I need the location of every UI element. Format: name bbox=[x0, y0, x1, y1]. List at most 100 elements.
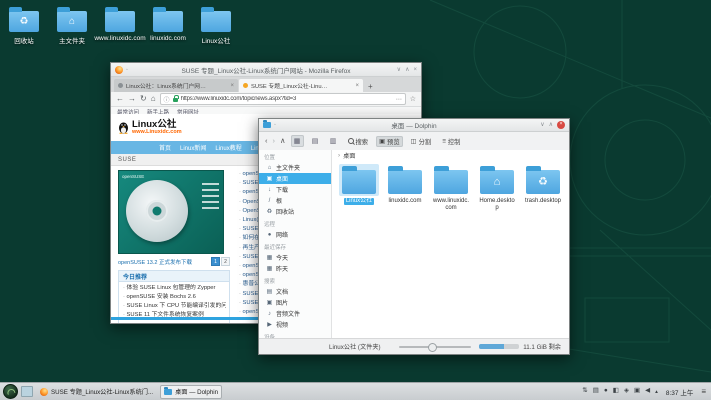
digital-clock[interactable]: 8:37 上午 bbox=[666, 387, 693, 397]
breadcrumb[interactable]: › 桌面 bbox=[332, 150, 569, 161]
url-text[interactable]: https://www.linuxidc.com/topicnews.aspx?… bbox=[181, 96, 393, 102]
taskbar-task-dolphin[interactable]: 桌面 — Dolphin bbox=[160, 385, 222, 399]
desktop-folder-icon[interactable]: linuxidc.com bbox=[146, 6, 190, 45]
tab-favicon bbox=[118, 83, 123, 88]
maximize-button[interactable]: ∧ bbox=[405, 67, 409, 73]
display-icon[interactable]: ▣ bbox=[634, 388, 640, 395]
recommend-link[interactable]: 体验 SUSE Linux 包管理的 Zypper bbox=[123, 284, 226, 293]
file-item[interactable]: www.linuxidc.com bbox=[430, 164, 472, 212]
bookmark-star-icon[interactable]: ☆ bbox=[410, 95, 416, 103]
minimize-button[interactable]: ∨ bbox=[397, 67, 401, 73]
new-tab-button[interactable]: + bbox=[368, 82, 373, 91]
pager-button[interactable]: 2 bbox=[221, 257, 230, 266]
icons-view-button[interactable]: ▦ bbox=[291, 135, 304, 147]
image-caption-link[interactable]: openSUSE 13.2 正式发布下载 bbox=[118, 258, 192, 266]
titlebar-pin-icon[interactable]: ◦ bbox=[126, 67, 128, 73]
page-actions-icon[interactable]: ⋯ bbox=[396, 96, 402, 103]
pager-button[interactable]: 1 bbox=[211, 257, 220, 266]
tray-expander-icon[interactable]: ▴ bbox=[655, 389, 658, 395]
bluetooth-icon[interactable]: ◧ bbox=[613, 388, 619, 395]
places-item[interactable]: / 根 bbox=[259, 195, 331, 206]
split-button[interactable]: ◫ 分割 bbox=[408, 136, 435, 147]
reload-icon[interactable]: ↻ bbox=[140, 95, 147, 103]
minimize-button[interactable]: ∨ bbox=[540, 122, 544, 128]
application-launcher-icon[interactable] bbox=[3, 384, 18, 399]
control-button[interactable]: ≡ 控制 bbox=[439, 136, 463, 147]
home-icon[interactable]: ⌂ bbox=[151, 95, 156, 103]
places-item[interactable]: ▦ 昨天 bbox=[259, 263, 331, 274]
virtual-desktop-pager[interactable] bbox=[21, 386, 33, 397]
preview-label: 预览 bbox=[387, 137, 400, 146]
firefox-titlebar[interactable]: ◦ SUSE 专题_Linux公社-Linux系统门户网站 - Mozilla … bbox=[111, 63, 421, 77]
recommend-box: 今日推荐 体验 SUSE Linux 包管理的 Zypper openSUSE … bbox=[118, 270, 230, 323]
tab-suse-topic[interactable]: SUSE 专题_Linux公社-Linu… × bbox=[239, 79, 363, 92]
desktop-folder-icon[interactable]: Linux公社 bbox=[194, 6, 238, 45]
compact-view-button[interactable]: ▤ bbox=[309, 135, 322, 147]
dolphin-titlebar[interactable]: ◦ 桌面 — Dolphin ∨ ∧ × bbox=[259, 119, 569, 132]
site-nav-link[interactable]: Linux新闻 bbox=[180, 143, 206, 152]
tab-linuxidc-home[interactable]: Linux公社：Linux系统门户网… × bbox=[114, 79, 238, 92]
titlebar-pin-icon[interactable]: ◦ bbox=[274, 122, 276, 128]
tux-logo-icon bbox=[118, 121, 129, 134]
places-item[interactable]: ♪ 音频文件 bbox=[259, 308, 331, 319]
places-item[interactable]: ↓ 下载 bbox=[259, 184, 331, 195]
desktop-icon-label: linuxidc.com bbox=[150, 35, 186, 42]
up-icon[interactable]: ∧ bbox=[280, 137, 286, 145]
forward-icon[interactable]: → bbox=[128, 95, 136, 103]
places-item[interactable]: ⌂ 主文件夹 bbox=[259, 162, 331, 173]
zoom-slider[interactable] bbox=[399, 346, 471, 348]
site-info-icon[interactable]: ⓘ bbox=[164, 95, 170, 104]
taskbar-task-firefox[interactable]: SUSE 专题_Linux公社-Linux系统门... bbox=[36, 385, 157, 399]
desktop-folder-icon[interactable]: ♻ 回收站 bbox=[2, 6, 46, 45]
forward-icon[interactable]: › bbox=[273, 137, 276, 145]
search-button[interactable]: 搜索 bbox=[345, 136, 372, 147]
selection-info: Linux公社 (文件夹) bbox=[329, 342, 381, 351]
file-item[interactable]: linuxidc.com bbox=[384, 164, 426, 212]
recommend-link[interactable]: openSUSE 安装 Bochs 2.6 bbox=[123, 293, 226, 302]
desktop-folder-icon[interactable]: www.linuxidc.com bbox=[98, 6, 142, 45]
navigation-toolbar: ← → ↻ ⌂ ⓘ https://www.linuxidc.com/topic… bbox=[111, 92, 421, 107]
panel-toolbox-icon[interactable]: ≡ bbox=[701, 388, 706, 396]
window-title: 桌面 — Dolphin bbox=[259, 120, 569, 130]
back-icon[interactable]: ← bbox=[116, 95, 124, 103]
https-lock-icon[interactable] bbox=[173, 98, 178, 102]
place-icon: ↓ bbox=[266, 187, 273, 193]
preview-button[interactable]: ▣ 预览 bbox=[376, 136, 403, 147]
breadcrumb-folder[interactable]: 桌面 bbox=[343, 151, 355, 160]
clipboard-icon[interactable]: ▤ bbox=[593, 388, 599, 395]
folder-emblem-icon bbox=[105, 11, 135, 32]
folder-icon bbox=[342, 170, 376, 194]
status-bar: Linux公社 (文件夹) 11.1 GiB 剩余 bbox=[259, 338, 569, 354]
tab-close-icon[interactable]: × bbox=[230, 83, 234, 89]
site-nav-link[interactable]: Linux教程 bbox=[215, 143, 241, 152]
place-icon: ▣ bbox=[266, 299, 273, 306]
tab-close-icon[interactable]: × bbox=[355, 83, 359, 89]
zoom-slider-handle[interactable] bbox=[428, 343, 437, 352]
opensuse-dvd-image[interactable]: openSUSE bbox=[118, 170, 224, 254]
recommend-link[interactable]: SUSE Linux 下 CPU 节能编译引发的问题 bbox=[123, 302, 226, 311]
folder-icon bbox=[388, 170, 422, 194]
volume-icon[interactable]: ◀ bbox=[645, 388, 650, 395]
places-item[interactable]: ▣ 图片 bbox=[259, 297, 331, 308]
notifications-icon[interactable]: ● bbox=[604, 388, 608, 395]
site-nav-link[interactable]: 首页 bbox=[159, 143, 171, 152]
maximize-button[interactable]: ∧ bbox=[549, 122, 553, 128]
details-view-button[interactable]: ▥ bbox=[327, 135, 340, 147]
network-icon[interactable]: ⇅ bbox=[582, 388, 587, 395]
close-button[interactable]: × bbox=[557, 121, 565, 129]
close-button[interactable]: × bbox=[413, 67, 417, 73]
places-item[interactable]: ● 网络 bbox=[259, 229, 331, 240]
file-item[interactable]: Linux公社 bbox=[338, 164, 380, 212]
file-item[interactable]: ⌂ Home.desktop bbox=[476, 164, 518, 212]
places-item[interactable]: ▤ 文档 bbox=[259, 286, 331, 297]
places-item[interactable]: ▦ 今天 bbox=[259, 252, 331, 263]
places-item[interactable]: ▣ 桌面 bbox=[259, 173, 331, 184]
url-bar[interactable]: ⓘ https://www.linuxidc.com/topicnews.asp… bbox=[160, 93, 406, 105]
desktop-folder-icon[interactable]: ⌂ 主文件夹 bbox=[50, 6, 94, 45]
places-item[interactable]: ♻ 回收站 bbox=[259, 206, 331, 217]
file-item[interactable]: ♻ trash.desktop bbox=[522, 164, 564, 212]
tab-label: SUSE 专题_Linux公社-Linu… bbox=[251, 81, 352, 90]
device-notifier-icon[interactable]: ◈ bbox=[624, 388, 629, 395]
back-icon[interactable]: ‹ bbox=[265, 137, 268, 145]
places-item[interactable]: ▶ 视频 bbox=[259, 319, 331, 330]
